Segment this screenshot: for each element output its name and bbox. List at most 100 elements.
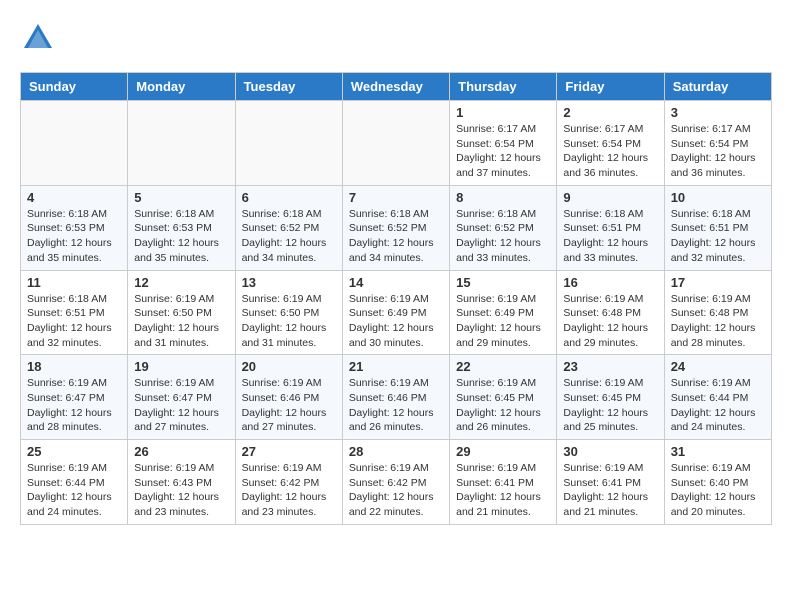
calendar-header-tuesday: Tuesday [235,73,342,101]
day-info: Sunrise: 6:17 AM Sunset: 6:54 PM Dayligh… [563,122,657,181]
day-number: 5 [134,190,228,205]
calendar-cell: 26Sunrise: 6:19 AM Sunset: 6:43 PM Dayli… [128,440,235,525]
calendar-header-friday: Friday [557,73,664,101]
calendar-cell: 31 Sunrise: 6:19 AM Sunset: 6:40 PM Dayli… [664,440,771,525]
day-number: 27 [242,444,336,459]
day-number: 4 [27,190,121,205]
day-number: 31 [671,444,765,459]
calendar-cell [128,101,235,186]
day-info: Sunrise: 6:18 AM Sunset: 6:51 PM Dayligh… [563,207,657,266]
calendar-week-row: 18 Sunrise: 6:19 AM Sunset: 6:47 PM Dayli… [21,355,772,440]
day-info: Sunrise: 6:18 AM Sunset: 6:52 PM Dayligh… [349,207,443,266]
day-number: 19 [134,359,228,374]
calendar-header-wednesday: Wednesday [342,73,449,101]
day-number: 16 [563,275,657,290]
calendar-header-thursday: Thursday [450,73,557,101]
calendar-cell [235,101,342,186]
day-number: 11 [27,275,121,290]
calendar-cell: 12 Sunrise: 6:19 AM Sunset: 6:50 PM Dayli… [128,270,235,355]
day-info: Sunrise: 6:19 AM Sunset: 6:43 PM Dayligh… [134,461,228,520]
calendar-cell: 20 Sunrise: 6:19 AM Sunset: 6:46 PM Dayli… [235,355,342,440]
day-number: 23 [563,359,657,374]
logo [20,20,60,56]
calendar-cell: 21 Sunrise: 6:19 AM Sunset: 6:46 PM Dayli… [342,355,449,440]
calendar-cell: 30 Sunrise: 6:19 AM Sunset: 6:41 PM Dayli… [557,440,664,525]
calendar-cell [21,101,128,186]
day-number: 3 [671,105,765,120]
day-info: Sunrise: 6:19 AM Sunset: 6:44 PM Dayligh… [671,376,765,435]
calendar-cell: 27Sunrise: 6:19 AM Sunset: 6:42 PM Dayli… [235,440,342,525]
calendar-cell: 13 Sunrise: 6:19 AM Sunset: 6:50 PM Dayli… [235,270,342,355]
calendar-cell [342,101,449,186]
calendar-cell: 10 Sunrise: 6:18 AM Sunset: 6:51 PM Dayli… [664,185,771,270]
calendar-cell: 8 Sunrise: 6:18 AM Sunset: 6:52 PM Daylig… [450,185,557,270]
day-info: Sunrise: 6:19 AM Sunset: 6:50 PM Dayligh… [242,292,336,351]
calendar-week-row: 25Sunrise: 6:19 AM Sunset: 6:44 PM Dayli… [21,440,772,525]
calendar-cell: 7 Sunrise: 6:18 AM Sunset: 6:52 PM Daylig… [342,185,449,270]
day-info: Sunrise: 6:19 AM Sunset: 6:46 PM Dayligh… [242,376,336,435]
day-info: Sunrise: 6:18 AM Sunset: 6:52 PM Dayligh… [242,207,336,266]
day-info: Sunrise: 6:19 AM Sunset: 6:45 PM Dayligh… [456,376,550,435]
day-number: 21 [349,359,443,374]
day-info: Sunrise: 6:17 AM Sunset: 6:54 PM Dayligh… [671,122,765,181]
day-number: 18 [27,359,121,374]
day-info: Sunrise: 6:18 AM Sunset: 6:52 PM Dayligh… [456,207,550,266]
day-number: 1 [456,105,550,120]
logo-icon [20,20,56,56]
day-number: 13 [242,275,336,290]
day-number: 9 [563,190,657,205]
calendar-cell: 18 Sunrise: 6:19 AM Sunset: 6:47 PM Dayli… [21,355,128,440]
day-info: Sunrise: 6:19 AM Sunset: 6:48 PM Dayligh… [563,292,657,351]
page-header [20,20,772,56]
day-number: 8 [456,190,550,205]
day-info: Sunrise: 6:17 AM Sunset: 6:54 PM Dayligh… [456,122,550,181]
calendar-cell: 23 Sunrise: 6:19 AM Sunset: 6:45 PM Dayli… [557,355,664,440]
day-info: Sunrise: 6:18 AM Sunset: 6:51 PM Dayligh… [27,292,121,351]
calendar-cell: 4 Sunrise: 6:18 AM Sunset: 6:53 PM Daylig… [21,185,128,270]
day-info: Sunrise: 6:19 AM Sunset: 6:42 PM Dayligh… [349,461,443,520]
calendar-header-row: SundayMondayTuesdayWednesdayThursdayFrid… [21,73,772,101]
calendar-cell: 25Sunrise: 6:19 AM Sunset: 6:44 PM Dayli… [21,440,128,525]
day-number: 7 [349,190,443,205]
day-info: Sunrise: 6:18 AM Sunset: 6:53 PM Dayligh… [134,207,228,266]
day-number: 6 [242,190,336,205]
day-info: Sunrise: 6:18 AM Sunset: 6:53 PM Dayligh… [27,207,121,266]
calendar-cell: 28Sunrise: 6:19 AM Sunset: 6:42 PM Dayli… [342,440,449,525]
day-info: Sunrise: 6:19 AM Sunset: 6:40 PM Dayligh… [671,461,765,520]
day-info: Sunrise: 6:19 AM Sunset: 6:48 PM Dayligh… [671,292,765,351]
day-number: 17 [671,275,765,290]
calendar-cell: 11 Sunrise: 6:18 AM Sunset: 6:51 PM Dayli… [21,270,128,355]
day-info: Sunrise: 6:19 AM Sunset: 6:45 PM Dayligh… [563,376,657,435]
calendar-cell: 3 Sunrise: 6:17 AM Sunset: 6:54 PM Daylig… [664,101,771,186]
day-info: Sunrise: 6:19 AM Sunset: 6:46 PM Dayligh… [349,376,443,435]
day-number: 20 [242,359,336,374]
day-info: Sunrise: 6:18 AM Sunset: 6:51 PM Dayligh… [671,207,765,266]
calendar-header-monday: Monday [128,73,235,101]
calendar-header-saturday: Saturday [664,73,771,101]
day-info: Sunrise: 6:19 AM Sunset: 6:41 PM Dayligh… [456,461,550,520]
calendar-table: SundayMondayTuesdayWednesdayThursdayFrid… [20,72,772,525]
day-info: Sunrise: 6:19 AM Sunset: 6:50 PM Dayligh… [134,292,228,351]
day-number: 14 [349,275,443,290]
day-info: Sunrise: 6:19 AM Sunset: 6:41 PM Dayligh… [563,461,657,520]
day-info: Sunrise: 6:19 AM Sunset: 6:47 PM Dayligh… [27,376,121,435]
day-number: 30 [563,444,657,459]
calendar-cell: 17 Sunrise: 6:19 AM Sunset: 6:48 PM Dayli… [664,270,771,355]
day-number: 10 [671,190,765,205]
calendar-week-row: 11 Sunrise: 6:18 AM Sunset: 6:51 PM Dayli… [21,270,772,355]
day-number: 25 [27,444,121,459]
day-number: 15 [456,275,550,290]
day-number: 24 [671,359,765,374]
calendar-cell: 29 Sunrise: 6:19 AM Sunset: 6:41 PM Dayli… [450,440,557,525]
calendar-cell: 6 Sunrise: 6:18 AM Sunset: 6:52 PM Daylig… [235,185,342,270]
day-number: 2 [563,105,657,120]
calendar-cell: 9 Sunrise: 6:18 AM Sunset: 6:51 PM Daylig… [557,185,664,270]
day-number: 29 [456,444,550,459]
day-number: 12 [134,275,228,290]
calendar-cell: 19Sunrise: 6:19 AM Sunset: 6:47 PM Dayli… [128,355,235,440]
calendar-week-row: 4 Sunrise: 6:18 AM Sunset: 6:53 PM Daylig… [21,185,772,270]
calendar-week-row: 1 Sunrise: 6:17 AM Sunset: 6:54 PM Daylig… [21,101,772,186]
day-info: Sunrise: 6:19 AM Sunset: 6:49 PM Dayligh… [456,292,550,351]
calendar-cell: 24 Sunrise: 6:19 AM Sunset: 6:44 PM Dayli… [664,355,771,440]
calendar-header-sunday: Sunday [21,73,128,101]
